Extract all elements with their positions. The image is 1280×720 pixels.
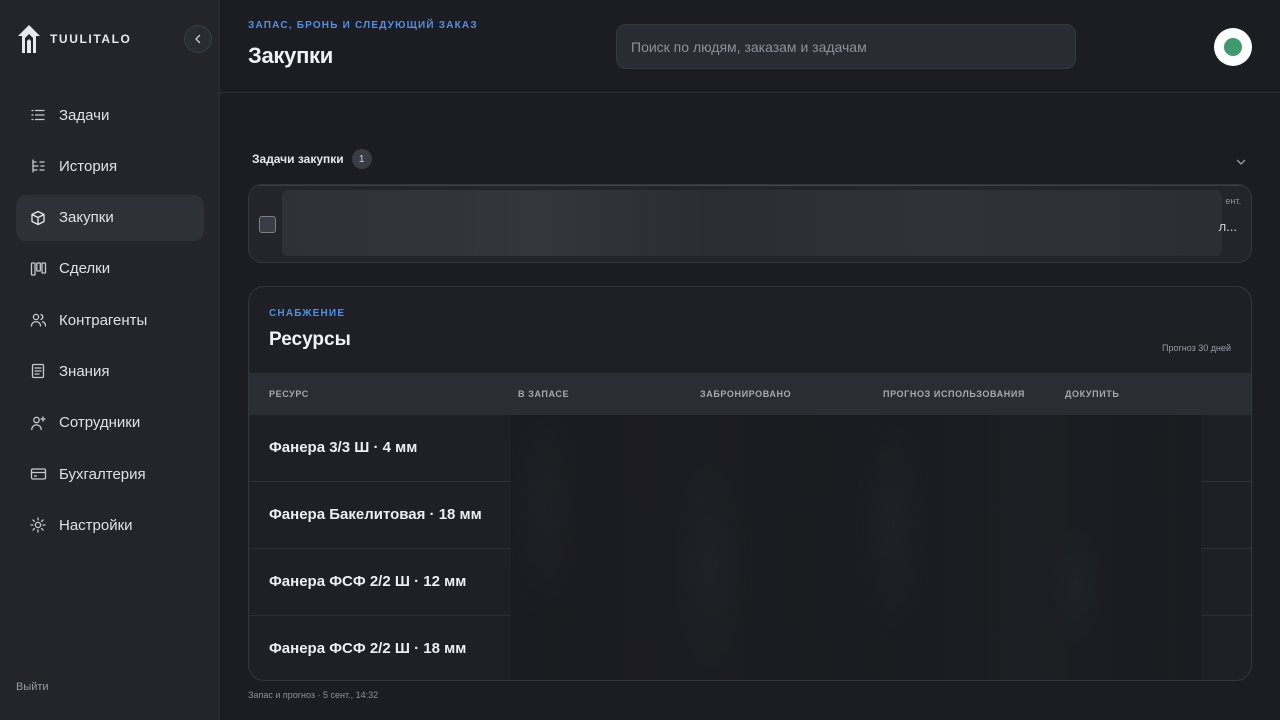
sidebar-item-contractors[interactable]: Контрагенты [16,297,204,343]
sidebar-item-label: Настройки [59,516,133,534]
table-header: РЕСУРС В ЗАПАСЕ ЗАБРОНИРОВАНО ПРОГНОЗ ИС… [249,373,1251,415]
brand-name: TUULITALO [50,32,132,46]
gear-icon [29,516,47,534]
tasks-collapse-toggle[interactable] [1236,156,1246,170]
forecast-period-label[interactable]: Прогноз 30 дней [1162,343,1231,353]
sidebar-item-label: Задачи [59,106,110,124]
history-icon [29,157,47,175]
resources-title: Ресурсы [269,329,351,350]
column-header-reserved[interactable]: ЗАБРОНИРОВАНО [700,389,791,399]
search-input[interactable] [616,24,1076,69]
task-checkbox[interactable] [259,216,276,233]
document-icon [29,362,47,380]
sidebar-item-label: Знания [59,362,110,380]
table-values-redacted [511,415,1201,680]
sidebar-item-label: Закупки [59,209,114,227]
resource-name: Фанера ФСФ 2/2 Ш · 12 мм [269,573,467,590]
page-title: Закупки [248,43,333,68]
sidebar-item-purchases[interactable]: Закупки [16,194,204,241]
task-meta-top: ент. [1225,196,1241,206]
task-meta-bottom: л... [1218,219,1237,234]
column-header-forecast[interactable]: ПРОГНОЗ ИСПОЛЬЗОВАНИЯ [883,389,1025,399]
kanban-icon [29,260,47,278]
resources-card: СНАБЖЕНИЕ Ресурсы Прогноз 30 дней РЕСУРС… [248,286,1252,681]
sidebar-item-accounting[interactable]: Бухгалтерия [16,451,204,497]
sidebar: TUULITALO Задачи История Закупки Сделки … [0,0,220,720]
sidebar-item-label: Сотрудники [59,414,141,432]
sidebar-item-employees[interactable]: Сотрудники [16,400,204,446]
page-eyebrow: ЗАПАС, БРОНЬ И СЛЕДУЮЩИЙ ЗАКАЗ [248,20,478,31]
task-content-redacted [282,190,1222,256]
logo-icon [16,24,42,54]
sidebar-item-history[interactable]: История [16,143,204,189]
card-icon [29,465,47,483]
list-icon [29,106,47,124]
tasks-section-title: Задачи закупки [252,152,344,166]
sidebar-collapse-button[interactable] [184,25,212,53]
page-header: ЗАПАС, БРОНЬ И СЛЕДУЮЩИЙ ЗАКАЗ Закупки [220,0,1280,93]
box-icon [29,209,47,227]
tasks-section-header: Задачи закупки 1 [252,148,372,170]
sidebar-nav: Задачи История Закупки Сделки Контрагент… [16,92,204,554]
sidebar-item-label: Бухгалтерия [59,465,146,483]
resource-name: Фанера ФСФ 2/2 Ш · 18 мм [269,640,467,657]
sidebar-item-tasks[interactable]: Задачи [16,92,204,138]
last-updated-note: Запас и прогноз · 5 сент., 14:32 [248,690,379,700]
chevron-down-icon [1236,156,1246,170]
sidebar-item-knowledge[interactable]: Знания [16,348,204,394]
task-card[interactable]: ент. л... [248,184,1252,263]
logout-link[interactable]: Выйти [16,681,49,693]
avatar-status-dot [1224,38,1242,56]
avatar[interactable] [1214,28,1252,66]
tasks-count-badge: 1 [351,149,372,169]
column-header-in-stock[interactable]: В ЗАПАСЕ [518,389,569,399]
users-icon [29,311,47,329]
column-header-to-buy[interactable]: ДОКУПИТЬ [1065,389,1119,399]
sidebar-item-settings[interactable]: Настройки [16,502,204,548]
chevron-left-icon [193,32,203,47]
brand-logo[interactable]: TUULITALO [16,24,132,54]
resources-eyebrow: СНАБЖЕНИЕ [269,308,346,319]
sidebar-item-deals[interactable]: Сделки [16,246,204,292]
resource-name: Фанера 3/3 Ш · 4 мм [269,439,418,456]
sidebar-item-label: Сделки [59,260,111,278]
user-plus-icon [29,414,47,432]
resource-name: Фанера Бакелитовая · 18 мм [269,506,482,523]
sidebar-item-label: Контрагенты [59,311,148,329]
column-header-resource[interactable]: РЕСУРС [269,389,309,399]
sidebar-item-label: История [59,157,118,175]
